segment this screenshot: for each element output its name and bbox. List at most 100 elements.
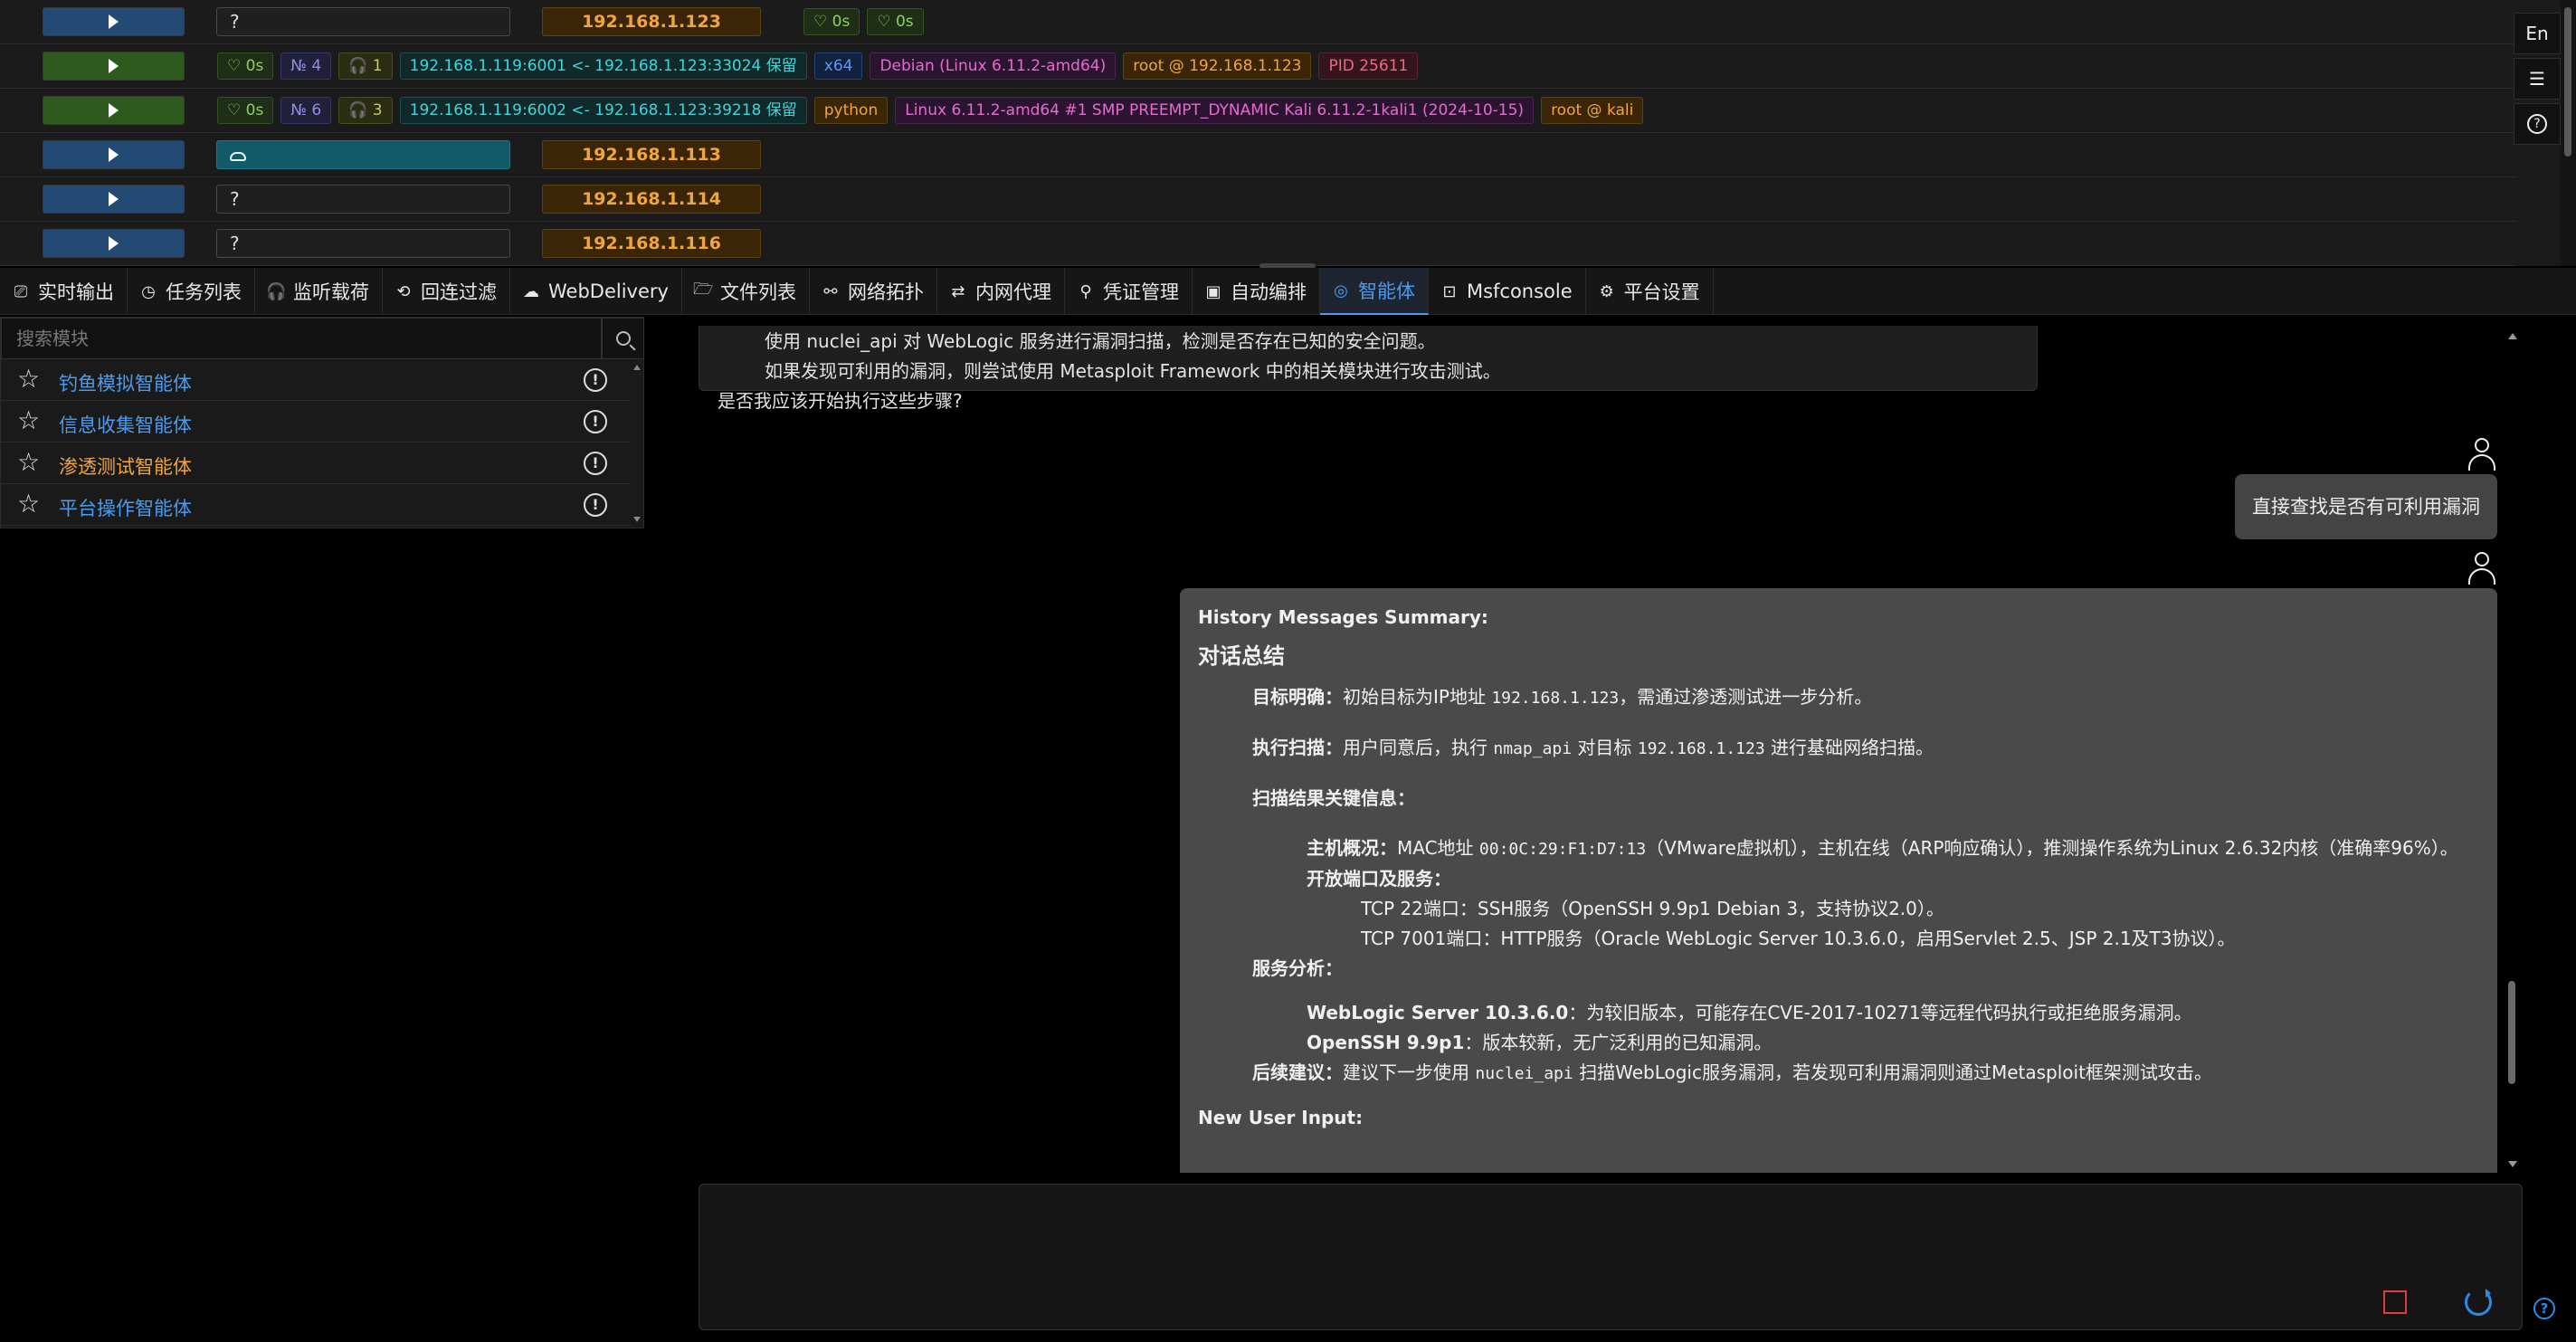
tab-3[interactable]: ⟲ 回连过滤 [383,268,510,315]
stop-button[interactable] [2383,1290,2407,1314]
session-table: ? 192.168.1.123 ♡ 0s ♡ 0s ♡ 0s № 4 🎧 1 192.168.… [0,0,2561,266]
session-play-button[interactable] [43,185,185,214]
tab-6[interactable]: ⚯ 网络拓扑 [810,268,937,315]
summary-port-22: TCP 22端口：SSH服务（OpenSSH 9.9p1 Debian 3，支持… [1361,898,1944,919]
play-icon [109,148,119,162]
tab-4[interactable]: ☁ WebDelivery [510,268,682,315]
info-icon[interactable]: ! [584,452,607,475]
scroll-up-icon[interactable] [2508,333,2517,339]
session-play-button[interactable] [43,229,185,258]
scrollbar-thumb[interactable] [2564,7,2571,157]
cloud-icon [230,152,246,161]
info-icon[interactable]: ! [584,493,607,517]
tab-icon: ⚯ [823,281,838,301]
tab-label: 回连过滤 [421,281,497,303]
module-item[interactable]: ☆ 平台操作智能体! [1,484,631,526]
tab-5[interactable]: 🗁 文件列表 [682,268,810,315]
list-menu-button[interactable]: ☰ [2514,58,2561,100]
language-button[interactable]: En [2514,13,2561,54]
module-item[interactable]: ☆ 钓鱼模拟智能体! [1,359,631,401]
summary-ports: 开放端口及服务： [1307,868,1451,890]
tab-9[interactable]: ▣ 自动编排 [1193,268,1320,315]
play-icon [109,236,119,251]
tab-label: 智能体 [1357,281,1415,302]
summary-scan: 执行扫描：用户同意后，执行 nmap_api 对目标 192.168.1.123… [1252,737,1934,758]
assistant-message: 使用 nuclei_api 对 WebLogic 服务进行漏洞扫描，检测是否存在… [699,326,2038,412]
session-play-button[interactable] [43,52,185,81]
scroll-up-icon[interactable] [633,365,641,370]
play-icon [109,59,119,73]
module-search-input[interactable] [1,318,602,359]
session-row[interactable]: ♡ 0s № 6 🎧 3 192.168.1.119:6002 <- 192.168.… [0,89,2515,133]
star-icon[interactable]: ☆ [17,408,40,433]
session-tag-wifi: 192.168.1.119:6002 <- 192.168.1.123:3921… [399,97,807,124]
session-tag-pid: PID 25611 [1318,52,1419,80]
chat-scrollbar[interactable] [2505,326,2519,1173]
help-icon: ? [2527,114,2547,134]
module-scrollbar[interactable] [631,359,643,528]
scrollbar-thumb[interactable] [2508,981,2515,1084]
session-tag-num: № 6 [280,97,332,124]
session-tag-os: Debian (Linux 6.11.2-amd64) [870,52,1117,80]
help-icon[interactable]: ? [2533,1298,2555,1319]
session-unknown-badge: ? [216,185,510,214]
tab-7[interactable]: ⇄ 内网代理 [937,268,1065,315]
tab-2[interactable]: 🎧 监听载荷 [255,268,383,315]
module-label[interactable]: 钓鱼模拟智能体 [59,369,192,396]
tab-icon: ▣ [1205,281,1221,301]
scroll-down-icon[interactable] [2508,1161,2517,1167]
star-icon[interactable]: ☆ [17,366,40,392]
summary-message: History Messages Summary: 对话总结 目标明确：初始目标… [1180,588,2497,1173]
tab-label: 自动编排 [1230,281,1307,303]
session-scrollbar[interactable] [2561,0,2576,266]
star-icon[interactable]: ☆ [17,450,40,475]
session-row[interactable]: 192.168.1.113 [0,133,2515,177]
tab-label: Msfconsole [1466,281,1573,302]
module-label[interactable]: 平台操作智能体 [59,494,192,521]
help-button[interactable]: ? [2514,103,2561,145]
module-label[interactable]: 渗透测试智能体 [59,452,192,480]
session-tag-head: 🎧 3 [338,97,393,124]
tab-12[interactable]: ⚙ 平台设置 [1586,268,1714,315]
session-play-button[interactable] [43,140,185,169]
session-tag-num: № 4 [280,52,332,80]
module-item[interactable]: ☆ 渗透测试智能体! [1,443,631,484]
module-label[interactable]: 信息收集智能体 [59,411,192,438]
list-icon: ☰ [2529,68,2545,90]
refresh-icon[interactable] [2465,1289,2492,1316]
tab-label: 网络拓扑 [847,281,924,303]
tab-0[interactable]: ⎚ 实时输出 [0,268,128,315]
play-icon [109,192,119,206]
main-tabs: ⎚ 实时输出 ◷ 任务列表 🎧 监听载荷 ⟲ 回连过滤 ☁ WebDelivery 🗁 文件列表 ⚯ 网络… [0,268,2576,315]
message-line: 是否我应该开始执行这些步骤? [718,390,963,412]
summary-header: History Messages Summary: [1198,606,1488,628]
tab-label: 文件列表 [719,281,796,303]
tab-11[interactable]: ⊡ Msfconsole [1429,268,1586,315]
tab-icon: 🎧 [266,281,287,301]
session-unknown-badge: ? [216,7,510,36]
session-row[interactable]: ? 192.168.1.123 ♡ 0s ♡ 0s [0,0,2515,44]
tab-icon: ⟲ [396,281,411,301]
tab-8[interactable]: ⚲ 凭证管理 [1065,268,1193,315]
session-row[interactable]: ♡ 0s № 4 🎧 1 192.168.1.119:6001 <- 192.168.… [0,44,2515,89]
tab-label: 内网代理 [974,281,1051,303]
session-play-button[interactable] [43,7,185,36]
info-icon[interactable]: ! [584,410,607,433]
tab-1[interactable]: ◷ 任务列表 [128,268,255,315]
chat-input[interactable] [699,1184,2523,1330]
tab-10[interactable]: ◎ 智能体 [1319,268,1429,315]
info-icon[interactable]: ! [584,368,607,392]
session-row[interactable]: ? 192.168.1.116 [0,222,2515,266]
module-item[interactable]: ☆ 信息收集智能体! [1,401,631,443]
scroll-down-icon[interactable] [633,517,641,522]
session-tag-os: Linux 6.11.2-amd64 #1 SMP PREEMPT_DYNAMI… [895,97,1535,124]
session-row[interactable]: ? 192.168.1.114 [0,177,2515,222]
star-icon[interactable]: ☆ [17,491,40,517]
tab-label: 任务列表 [166,281,242,303]
summary-weblogic: WebLogic Server 10.3.6.0：为较旧版本，可能存在CVE-2… [1307,1002,2192,1023]
session-tag-head: 🎧 1 [338,52,393,80]
search-button[interactable] [602,318,644,359]
tab-label: 平台设置 [1623,281,1700,303]
session-play-button[interactable] [43,96,185,125]
session-unknown-badge: ? [216,229,510,258]
